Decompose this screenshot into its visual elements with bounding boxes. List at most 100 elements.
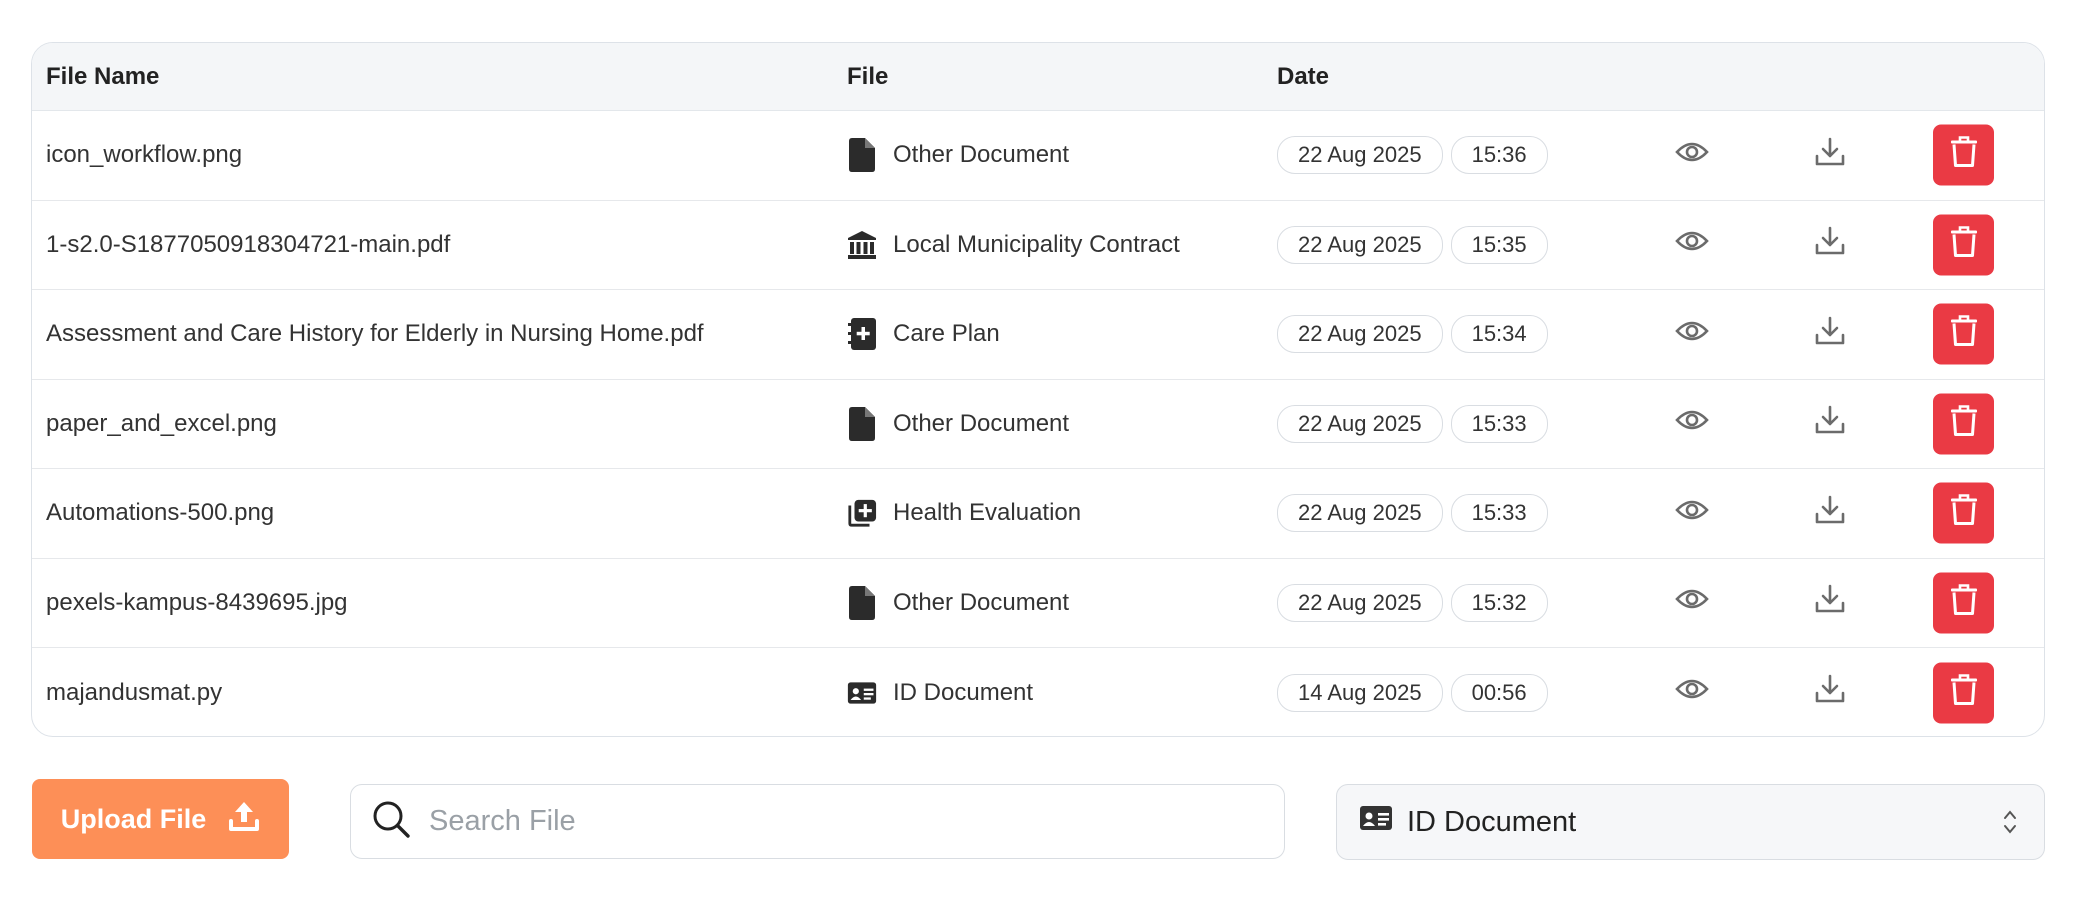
upload-file-button[interactable]: Upload File — [32, 779, 289, 859]
file-name: pexels-kampus-8439695.jpg — [46, 588, 348, 616]
trash-icon — [1950, 673, 1978, 712]
download-icon — [1815, 495, 1845, 532]
view-button[interactable] — [1672, 135, 1712, 175]
date-pill: 22 Aug 2025 — [1277, 315, 1443, 354]
delete-button[interactable] — [1933, 572, 1994, 634]
download-button[interactable] — [1810, 583, 1850, 623]
time-pill: 00:56 — [1450, 673, 1548, 712]
medical-copy-icon — [847, 497, 877, 529]
document-type-select[interactable]: ID Document — [1336, 784, 2045, 860]
download-button[interactable] — [1810, 225, 1850, 265]
file-name: Automations-500.png — [46, 499, 275, 527]
download-button[interactable] — [1810, 314, 1850, 354]
time-pill: 15:32 — [1450, 583, 1548, 622]
view-button[interactable] — [1672, 314, 1712, 354]
time-pill: 15:36 — [1450, 136, 1548, 175]
file-date: 22 Aug 2025 15:34 — [1277, 315, 1548, 354]
date-pill: 22 Aug 2025 — [1277, 494, 1443, 533]
table-row: paper_and_excel.png Other Document 22 Au… — [32, 380, 2044, 469]
delete-button[interactable] — [1933, 214, 1994, 276]
delete-button[interactable] — [1933, 662, 1994, 724]
time-pill: 15:33 — [1450, 404, 1548, 443]
table-row: icon_workflow.png Other Document 22 Aug … — [32, 111, 2044, 201]
eye-icon — [1675, 408, 1709, 439]
view-button[interactable] — [1672, 673, 1712, 713]
search-box — [350, 784, 1285, 859]
upload-icon — [228, 799, 260, 840]
file-name: Assessment and Care History for Elderly … — [46, 320, 704, 348]
file-type-label: ID Document — [893, 678, 1034, 706]
view-button[interactable] — [1672, 583, 1712, 623]
view-button[interactable] — [1672, 404, 1712, 444]
table-row: 1-s2.0-S1877050918304721-main.pdf Local … — [32, 201, 2044, 290]
file-date: 22 Aug 2025 15:33 — [1277, 404, 1548, 443]
eye-icon — [1675, 498, 1709, 529]
time-pill: 15:33 — [1450, 494, 1548, 533]
file-type-label: Other Document — [893, 409, 1070, 437]
search-icon — [371, 799, 411, 844]
table-row: pexels-kampus-8439695.jpg Other Document… — [32, 559, 2044, 648]
download-icon — [1815, 316, 1845, 353]
eye-icon — [1675, 229, 1709, 260]
file-icon — [847, 585, 877, 620]
file-date: 22 Aug 2025 15:36 — [1277, 136, 1548, 175]
download-button[interactable] — [1810, 135, 1850, 175]
trash-icon — [1950, 404, 1978, 443]
file-name: paper_and_excel.png — [46, 409, 277, 437]
upload-label: Upload File — [60, 803, 207, 834]
download-icon — [1815, 584, 1845, 621]
delete-button[interactable] — [1933, 393, 1994, 455]
eye-icon — [1675, 677, 1709, 708]
id-card-icon — [1359, 805, 1393, 839]
file-name: majandusmat.py — [46, 678, 223, 706]
trash-icon — [1950, 225, 1978, 264]
download-button[interactable] — [1810, 673, 1850, 713]
time-pill: 15:35 — [1450, 225, 1548, 264]
eye-icon — [1675, 319, 1709, 350]
file-icon — [847, 138, 877, 173]
date-pill: 22 Aug 2025 — [1277, 136, 1443, 175]
download-icon — [1815, 226, 1845, 263]
delete-button[interactable] — [1933, 303, 1994, 365]
select-value: ID Document — [1407, 805, 1577, 838]
trash-icon — [1950, 494, 1978, 533]
trash-icon — [1950, 583, 1978, 622]
file-type: ID Document — [847, 677, 1033, 709]
table-header: File Name File Date — [32, 43, 2044, 111]
file-type-label: Other Document — [893, 141, 1070, 169]
download-button[interactable] — [1810, 404, 1850, 444]
table-body: icon_workflow.png Other Document 22 Aug … — [32, 111, 2044, 736]
file-type: Other Document — [847, 406, 1070, 441]
table-row: Assessment and Care History for Elderly … — [32, 290, 2044, 380]
date-pill: 22 Aug 2025 — [1277, 225, 1443, 264]
eye-icon — [1675, 587, 1709, 618]
view-button[interactable] — [1672, 493, 1712, 533]
file-type: Other Document — [847, 138, 1070, 173]
file-type-label: Other Document — [893, 588, 1070, 616]
file-type-label: Health Evaluation — [893, 499, 1082, 527]
download-button[interactable] — [1810, 493, 1850, 533]
file-date: 22 Aug 2025 15:35 — [1277, 225, 1548, 264]
chevron-up-down-icon — [2002, 807, 2018, 845]
file-date: 22 Aug 2025 15:32 — [1277, 583, 1548, 622]
download-icon — [1815, 137, 1845, 174]
file-type-label: Local Municipality Contract — [893, 230, 1180, 258]
trash-icon — [1950, 136, 1978, 175]
delete-button[interactable] — [1933, 124, 1994, 186]
eye-icon — [1675, 140, 1709, 171]
file-type: Local Municipality Contract — [847, 229, 1180, 261]
view-button[interactable] — [1672, 225, 1712, 265]
bank-icon — [847, 229, 877, 261]
download-icon — [1815, 405, 1845, 442]
header-file: File — [847, 63, 889, 90]
time-pill: 15:34 — [1450, 315, 1548, 354]
delete-button[interactable] — [1933, 482, 1994, 544]
file-date: 22 Aug 2025 15:33 — [1277, 494, 1548, 533]
file-icon — [847, 406, 877, 441]
search-input[interactable] — [429, 805, 1249, 838]
file-date: 14 Aug 2025 00:56 — [1277, 673, 1548, 712]
date-pill: 14 Aug 2025 — [1277, 673, 1443, 712]
date-pill: 22 Aug 2025 — [1277, 583, 1443, 622]
download-icon — [1815, 674, 1845, 711]
date-pill: 22 Aug 2025 — [1277, 404, 1443, 443]
